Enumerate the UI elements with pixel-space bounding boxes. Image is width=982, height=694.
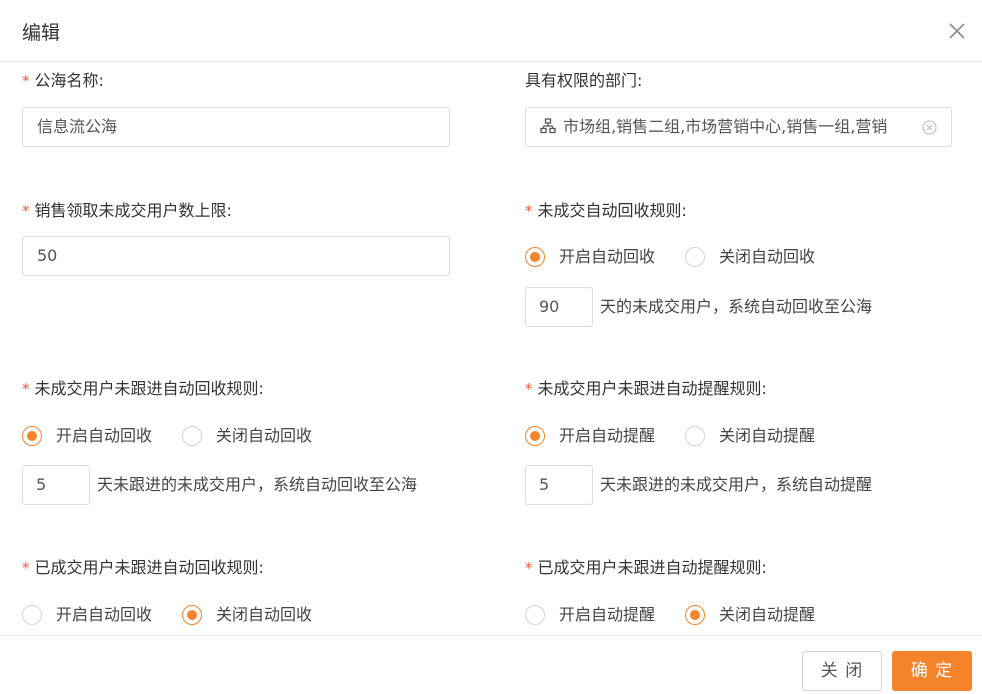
required-mark: *	[22, 72, 30, 90]
required-mark: *	[525, 202, 533, 220]
radio-label: 关闭自动提醒	[719, 426, 816, 445]
radio-checked-icon	[22, 426, 42, 446]
auto-recycle-label-text: 未成交自动回收规则:	[537, 201, 687, 220]
radio-checked-icon	[685, 605, 705, 625]
radio-label: 关闭自动回收	[719, 247, 816, 266]
required-mark: *	[22, 380, 30, 398]
auto-recycle-label: * 未成交自动回收规则:	[525, 197, 687, 221]
dealt-recycle-label: * 已成交用户未跟进自动回收规则:	[22, 554, 264, 578]
radio-unchecked-icon	[22, 605, 42, 625]
radio-label: 关闭自动回收	[216, 605, 313, 624]
required-mark: *	[525, 380, 533, 398]
confirm-button[interactable]: 确 定	[892, 651, 972, 691]
pool-name-label-text: 公海名称:	[34, 71, 104, 90]
dealt-recycle-label-text: 已成交用户未跟进自动回收规则:	[34, 558, 264, 577]
radio-label: 开启自动回收	[56, 426, 153, 445]
radio-unchecked-icon	[525, 605, 545, 625]
departments-label: 具有权限的部门:	[525, 71, 643, 90]
no-followup-remind-label: * 未成交用户未跟进自动提醒规则:	[525, 375, 767, 399]
radio-label: 开启自动提醒	[559, 426, 656, 445]
no-followup-recycle-label-text: 未成交用户未跟进自动回收规则:	[34, 379, 264, 398]
dealt-remind-label-text: 已成交用户未跟进自动提醒规则:	[537, 558, 767, 577]
radio-unchecked-icon	[182, 426, 202, 446]
no-followup-remind-suffix: 天未跟进的未成交用户，系统自动提醒	[600, 475, 873, 494]
pool-name-label: * 公海名称:	[22, 67, 104, 91]
radio-checked-icon	[525, 426, 545, 446]
radio-checked-icon	[182, 605, 202, 625]
radio-label: 关闭自动提醒	[719, 605, 816, 624]
required-mark: *	[22, 202, 30, 220]
claim-limit-label-text: 销售领取未成交用户数上限:	[34, 201, 232, 220]
no-followup-remind-label-text: 未成交用户未跟进自动提醒规则:	[537, 379, 767, 398]
claim-limit-label: * 销售领取未成交用户数上限:	[22, 197, 232, 221]
pool-name-input[interactable]: 信息流公海	[22, 107, 450, 147]
radio-label: 开启自动提醒	[559, 605, 656, 624]
auto-recycle-suffix: 天的未成交用户，系统自动回收至公海	[600, 297, 873, 316]
dialog-title: 编辑	[22, 22, 61, 44]
no-followup-remind-days-input[interactable]: 5	[525, 465, 593, 505]
departments-select[interactable]: 市场组,销售二组,市场营销中心,销售一组,营销	[525, 107, 952, 147]
radio-label: 关闭自动回收	[216, 426, 313, 445]
dialog-body: * 公海名称: 信息流公海 具有权限的部门: 市场组,销售二组,市场营销中心,销售…	[0, 63, 982, 634]
auto-recycle-days-input[interactable]: 90	[525, 287, 593, 327]
required-mark: *	[525, 559, 533, 577]
radio-unchecked-icon	[685, 426, 705, 446]
radio-checked-icon	[525, 247, 545, 267]
dialog-footer: 关 闭 确 定	[0, 635, 982, 694]
radio-unchecked-icon	[685, 247, 705, 267]
radio-label: 开启自动回收	[559, 247, 656, 266]
dialog-header: 编辑	[0, 0, 982, 62]
claim-limit-input[interactable]: 50	[22, 236, 450, 276]
no-followup-recycle-days-input[interactable]: 5	[22, 465, 90, 505]
no-followup-recycle-suffix: 天未跟进的未成交用户，系统自动回收至公海	[97, 475, 418, 494]
required-mark: *	[22, 559, 30, 577]
org-tree-icon	[540, 118, 556, 134]
radio-label: 开启自动回收	[56, 605, 153, 624]
close-icon[interactable]	[944, 18, 970, 44]
no-followup-recycle-label: * 未成交用户未跟进自动回收规则:	[22, 375, 264, 399]
dealt-remind-label: * 已成交用户未跟进自动提醒规则:	[525, 554, 767, 578]
close-button[interactable]: 关 闭	[802, 651, 882, 691]
departments-value: 市场组,销售二组,市场营销中心,销售一组,营销	[563, 117, 888, 136]
clear-circle-icon[interactable]	[922, 120, 937, 135]
